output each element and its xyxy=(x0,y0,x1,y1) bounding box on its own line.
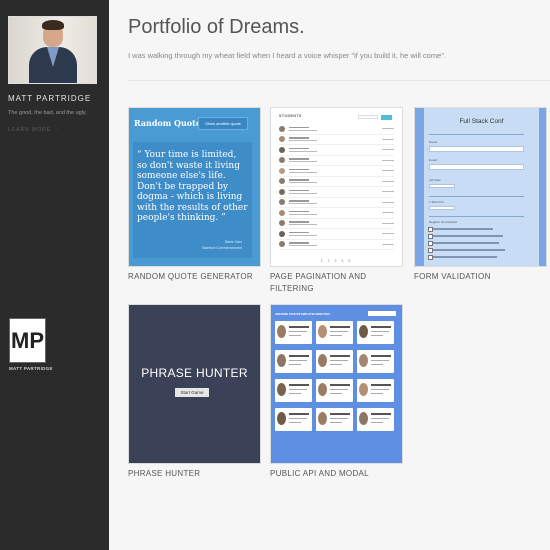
list-item xyxy=(279,156,394,166)
employee-card xyxy=(316,379,353,402)
list-item xyxy=(279,124,394,135)
list-item xyxy=(279,145,394,156)
preview-search xyxy=(368,311,396,316)
mp-logo[interactable]: MP xyxy=(9,318,46,363)
list-item xyxy=(279,208,394,219)
preview-title: PHRASE HUNTER xyxy=(141,366,248,380)
quote-source: Steve Jobs xyxy=(224,240,242,244)
list-item xyxy=(279,166,394,177)
project-thumbnail[interactable]: AWESOME STARTUP EMPLOYEE DIRECTORY xyxy=(270,304,403,464)
sidebar: Matt Partridge The good, the bad, and th… xyxy=(0,0,109,550)
employee-card xyxy=(275,408,312,431)
project-card-form-validation[interactable]: Full Stack Conf Name: Email: Job Role T-… xyxy=(414,107,547,283)
employee-grid xyxy=(275,321,400,431)
list-item xyxy=(279,198,394,208)
project-title[interactable]: Page Pagination and Filtering xyxy=(270,271,403,295)
project-thumbnail[interactable]: STUDENTS 1 2 3 4 5 xyxy=(270,107,403,267)
project-title[interactable]: Form Validation xyxy=(414,271,547,283)
project-thumbnail[interactable]: Full Stack Conf Name: Email: Job Role T-… xyxy=(414,107,547,267)
preview-button: Show another quote xyxy=(198,117,248,130)
pagination-links: 1 2 3 4 5 xyxy=(320,259,353,263)
employee-card xyxy=(316,350,353,373)
preview-search xyxy=(358,115,378,119)
project-title[interactable]: Phrase Hunter xyxy=(128,468,261,480)
list-item xyxy=(279,135,394,145)
divider xyxy=(128,80,550,81)
employee-card xyxy=(275,321,312,344)
employee-card xyxy=(316,408,353,431)
page-title: Portfolio of Dreams. xyxy=(128,16,305,38)
quote-text: “ Your time is limited, so don't waste i… xyxy=(137,150,248,223)
preview-start-button: Start Game xyxy=(175,388,209,397)
project-card-random-quote[interactable]: Random Quotes Show another quote “ Your … xyxy=(128,107,261,283)
list-item xyxy=(279,177,394,187)
profile-photo xyxy=(8,16,97,84)
page-subtitle: I was walking through my wheat field whe… xyxy=(128,51,446,60)
employee-card xyxy=(357,350,394,373)
project-card-public-api[interactable]: AWESOME STARTUP EMPLOYEE DIRECTORY Publi… xyxy=(270,304,403,480)
employee-card xyxy=(357,408,394,431)
logo-name: Matt Partridge xyxy=(9,366,53,371)
employee-card xyxy=(316,321,353,344)
profile-name: Matt Partridge xyxy=(8,94,92,103)
main-content: Portfolio of Dreams. I was walking throu… xyxy=(110,0,550,550)
employee-card xyxy=(275,350,312,373)
list-item xyxy=(279,229,394,240)
project-thumbnail[interactable]: Random Quotes Show another quote “ Your … xyxy=(128,107,261,267)
list-item xyxy=(279,240,394,250)
student-list xyxy=(279,124,394,250)
employee-card xyxy=(357,379,394,402)
project-title[interactable]: Random Quote Generator xyxy=(128,271,261,283)
list-item xyxy=(279,219,394,229)
preview-search-button xyxy=(381,115,392,120)
project-thumbnail[interactable]: PHRASE HUNTER Start Game xyxy=(128,304,261,464)
quote-box: “ Your time is limited, so don't waste i… xyxy=(133,142,252,258)
list-item xyxy=(279,187,394,198)
preview-title: Full Stack Conf xyxy=(459,118,504,125)
project-card-phrase-hunter[interactable]: PHRASE HUNTER Start Game Phrase Hunter xyxy=(128,304,261,480)
preview-heading: AWESOME STARTUP EMPLOYEE DIRECTORY xyxy=(275,313,331,316)
project-title[interactable]: Public API and Modal xyxy=(270,468,403,480)
preview-title: Random Quotes xyxy=(134,118,206,128)
project-card-pagination[interactable]: STUDENTS 1 2 3 4 5 Page Pagination and F… xyxy=(270,107,403,295)
employee-card xyxy=(357,321,394,344)
learn-more-link[interactable]: Learn More → xyxy=(8,127,59,133)
form-panel: Full Stack Conf Name: Email: Job Role T-… xyxy=(424,108,539,266)
quote-citation: Stanford Commencement xyxy=(202,246,242,250)
profile-tagline: The good, the bad, and the ugly. xyxy=(8,110,87,116)
employee-card xyxy=(275,379,312,402)
